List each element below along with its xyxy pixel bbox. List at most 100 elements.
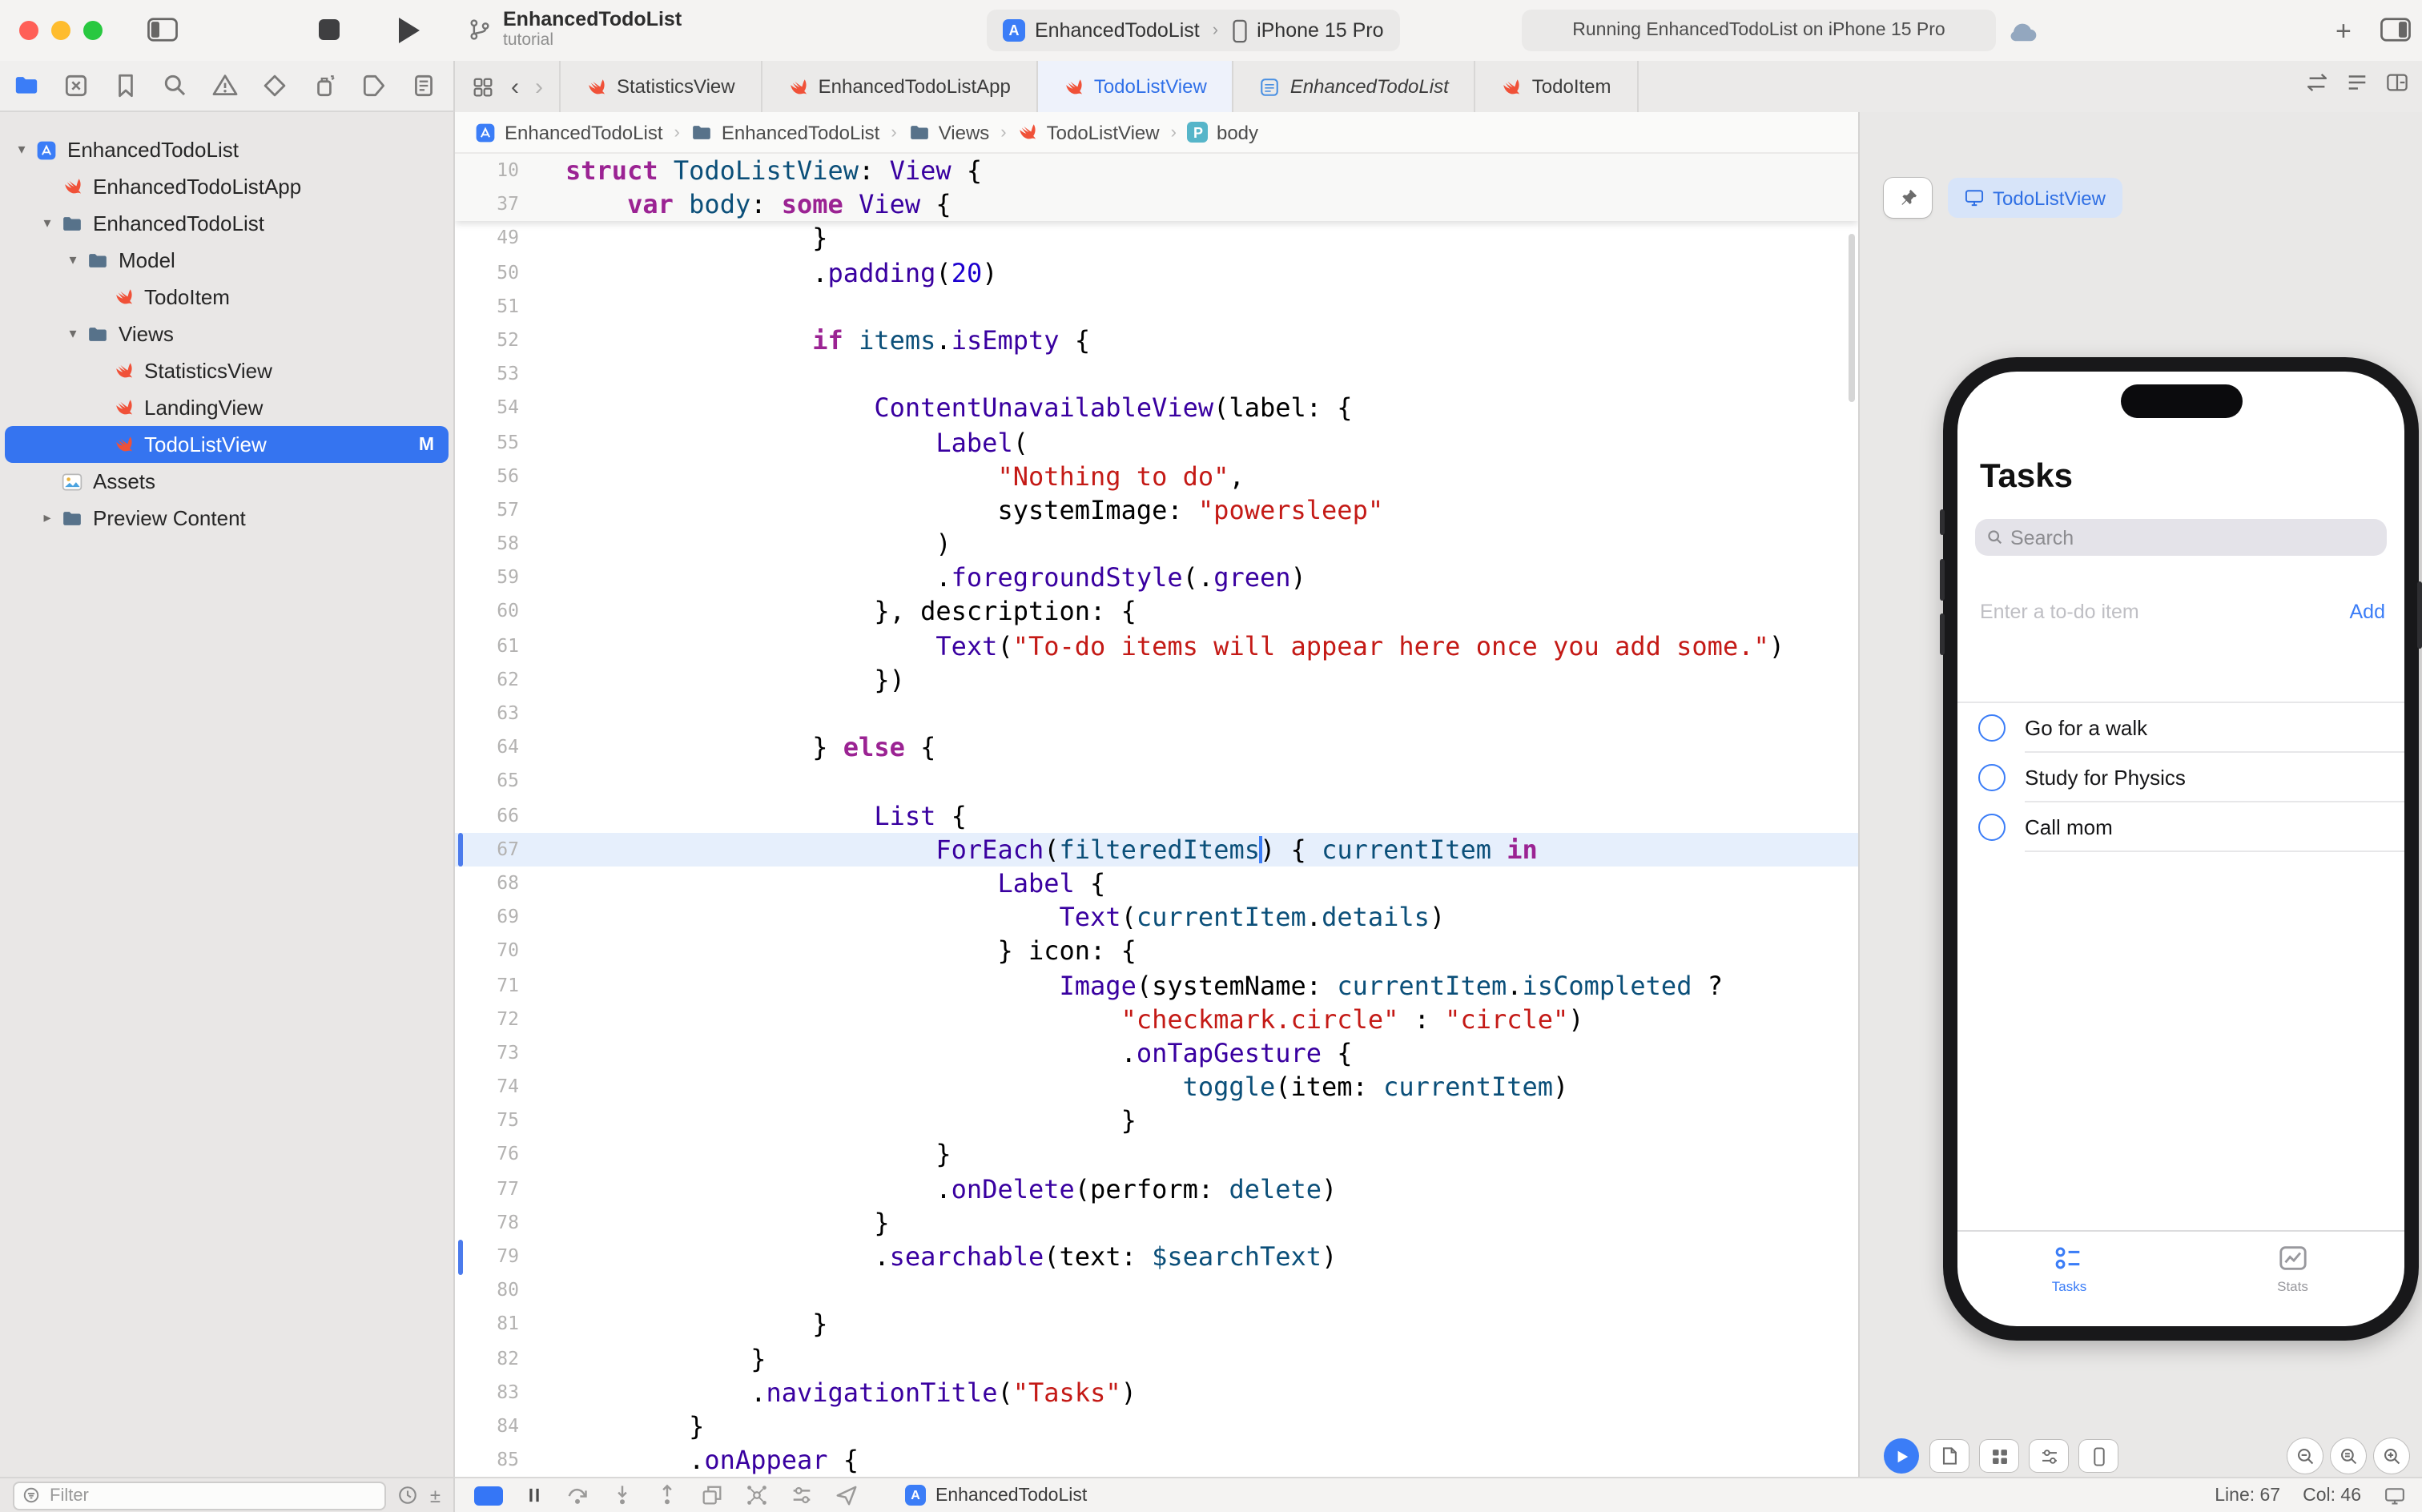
todo-row[interactable]: Go for a walk [1957,703,2404,753]
code-line-67[interactable]: 67 ForEach(filteredItems) { currentItem … [455,833,1858,867]
code-line-85[interactable]: 85 .onAppear { [455,1443,1858,1477]
line-number[interactable]: 59 [455,561,532,595]
code-line-10[interactable]: 10struct TodoListView: View { [455,154,1858,187]
device-settings-icon[interactable] [2030,1440,2068,1472]
code-line-63[interactable]: 63 [455,697,1858,730]
breadcrumb-item-EnhancedTodoList[interactable]: EnhancedTodoList [691,121,880,143]
scm-status-filter-icon[interactable]: ± [430,1484,441,1506]
code-line-68[interactable]: 68 Label { [455,867,1858,900]
memory-graph-icon[interactable] [745,1483,769,1507]
sidebar-item-EnhancedTodoListApp[interactable]: EnhancedTodoListApp [5,168,449,205]
sidebar-item-EnhancedTodoList[interactable]: ▾EnhancedTodoList [5,205,449,242]
todo-row[interactable]: Study for Physics [1957,753,2404,802]
breadcrumb-item-TodoListView[interactable]: TodoListView [1018,121,1160,143]
code-line-59[interactable]: 59 .foregroundStyle(.green) [455,561,1858,595]
go-forward-icon[interactable]: › [535,73,543,100]
line-number[interactable]: 74 [455,1070,532,1104]
line-number[interactable]: 54 [455,392,532,425]
line-number[interactable]: 51 [455,290,532,324]
line-number[interactable]: 56 [455,459,532,493]
line-number[interactable]: 82 [455,1341,532,1375]
variants-grid-icon[interactable] [1980,1440,2018,1472]
tests-icon[interactable] [261,71,290,100]
line-number[interactable]: 57 [455,493,532,527]
debug-area-toggle-icon[interactable] [474,1486,503,1505]
line-number[interactable]: 53 [455,357,532,391]
code-line-64[interactable]: 64 } else { [455,730,1858,764]
breadcrumb-item-body[interactable]: Pbody [1188,121,1258,143]
stop-button[interactable] [319,19,340,40]
sidebar-item-Model[interactable]: ▾Model [5,242,449,279]
line-number[interactable]: 64 [455,730,532,764]
running-app-badge[interactable]: A EnhancedTodoList [905,1485,1087,1506]
sidebar-item-StatisticsView[interactable]: StatisticsView [5,352,449,389]
related-items-icon[interactable] [471,74,495,99]
go-back-icon[interactable]: ‹ [511,73,519,100]
add-todo-button[interactable]: Add [2350,601,2386,623]
zoom-in-icon[interactable] [2374,1438,2409,1474]
pause-icon[interactable] [524,1485,545,1506]
tab-EnhancedTodoListApp[interactable]: EnhancedTodoListApp [762,61,1038,112]
bookmarks-icon[interactable] [112,71,141,100]
code-line-54[interactable]: 54 ContentUnavailableView(label: { [455,392,1858,425]
app-tab-Stats[interactable]: Stats [2181,1232,2404,1326]
code-line-81[interactable]: 81 } [455,1308,1858,1341]
code-line-37[interactable]: 37 var body: some View { [455,187,1858,221]
code-line-56[interactable]: 56 "Nothing to do", [455,459,1858,493]
disclosure-open-icon[interactable]: ▾ [10,141,34,159]
filter-input[interactable] [46,1484,377,1506]
line-number[interactable]: 65 [455,765,532,798]
todo-row[interactable]: Call mom [1957,802,2404,852]
line-number[interactable]: 55 [455,425,532,459]
todo-circle-icon[interactable] [1978,814,2006,841]
device-icon[interactable] [2079,1440,2118,1472]
code-line-57[interactable]: 57 systemImage: "powersleep" [455,493,1858,527]
line-number[interactable]: 76 [455,1138,532,1172]
new-todo-placeholder[interactable]: Enter a to-do item [1980,601,2139,623]
debug-icon[interactable] [311,71,340,100]
line-number[interactable]: 79 [455,1240,532,1273]
todo-circle-icon[interactable] [1978,714,2006,742]
line-number[interactable]: 78 [455,1206,532,1240]
line-number[interactable]: 62 [455,663,532,697]
disclosure-open-icon[interactable]: ▾ [35,215,59,232]
step-out-icon[interactable] [655,1483,679,1507]
code-line-82[interactable]: 82 } [455,1341,1858,1375]
line-number[interactable]: 80 [455,1273,532,1307]
line-number[interactable]: 50 [455,255,532,289]
line-number[interactable]: 70 [455,935,532,968]
code-line-75[interactable]: 75 } [455,1104,1858,1138]
code-line-65[interactable]: 65 [455,765,1858,798]
code-line-50[interactable]: 50 .padding(20) [455,255,1858,289]
code-line-72[interactable]: 72 "checkmark.circle" : "circle") [455,1002,1858,1035]
minimize-window-button[interactable] [51,21,70,40]
code-line-83[interactable]: 83 .navigationTitle("Tasks") [455,1376,1858,1409]
reports-icon[interactable] [410,71,439,100]
app-search-field[interactable]: Search [1975,519,2387,556]
view-debugger-icon[interactable] [700,1483,724,1507]
environment-overrides-icon[interactable] [790,1483,814,1507]
code-line-76[interactable]: 76 } [455,1138,1858,1172]
step-over-icon[interactable] [565,1483,589,1507]
project-navigator-icon[interactable] [13,71,42,100]
sidebar-item-TodoListView[interactable]: TodoListViewM [5,426,449,463]
breadcrumb-item-EnhancedTodoList[interactable]: EnhancedTodoList [474,121,663,143]
source-editor[interactable]: 49 }50 .padding(20)5152 if items.isEmpty… [455,154,1858,1477]
line-number[interactable]: 58 [455,527,532,561]
toggle-right-sidebar-icon[interactable] [2380,18,2411,42]
disclosure-open-icon[interactable]: ▾ [61,251,85,269]
line-number[interactable]: 81 [455,1308,532,1341]
preview-target-chip[interactable]: TodoListView [1948,178,2122,218]
close-window-button[interactable] [19,21,38,40]
code-line-84[interactable]: 84 } [455,1409,1858,1443]
code-line-49[interactable]: 49 } [455,222,1858,255]
line-number[interactable]: 75 [455,1104,532,1138]
breadcrumb-item-Views[interactable]: Views [908,121,990,143]
line-number[interactable]: 77 [455,1172,532,1205]
todo-circle-icon[interactable] [1978,764,2006,791]
code-line-53[interactable]: 53 [455,357,1858,391]
code-line-74[interactable]: 74 toggle(item: currentItem) [455,1070,1858,1104]
add-editor-icon[interactable] [2385,70,2409,94]
line-number[interactable]: 63 [455,697,532,730]
tab-StatisticsView[interactable]: StatisticsView [561,61,762,112]
